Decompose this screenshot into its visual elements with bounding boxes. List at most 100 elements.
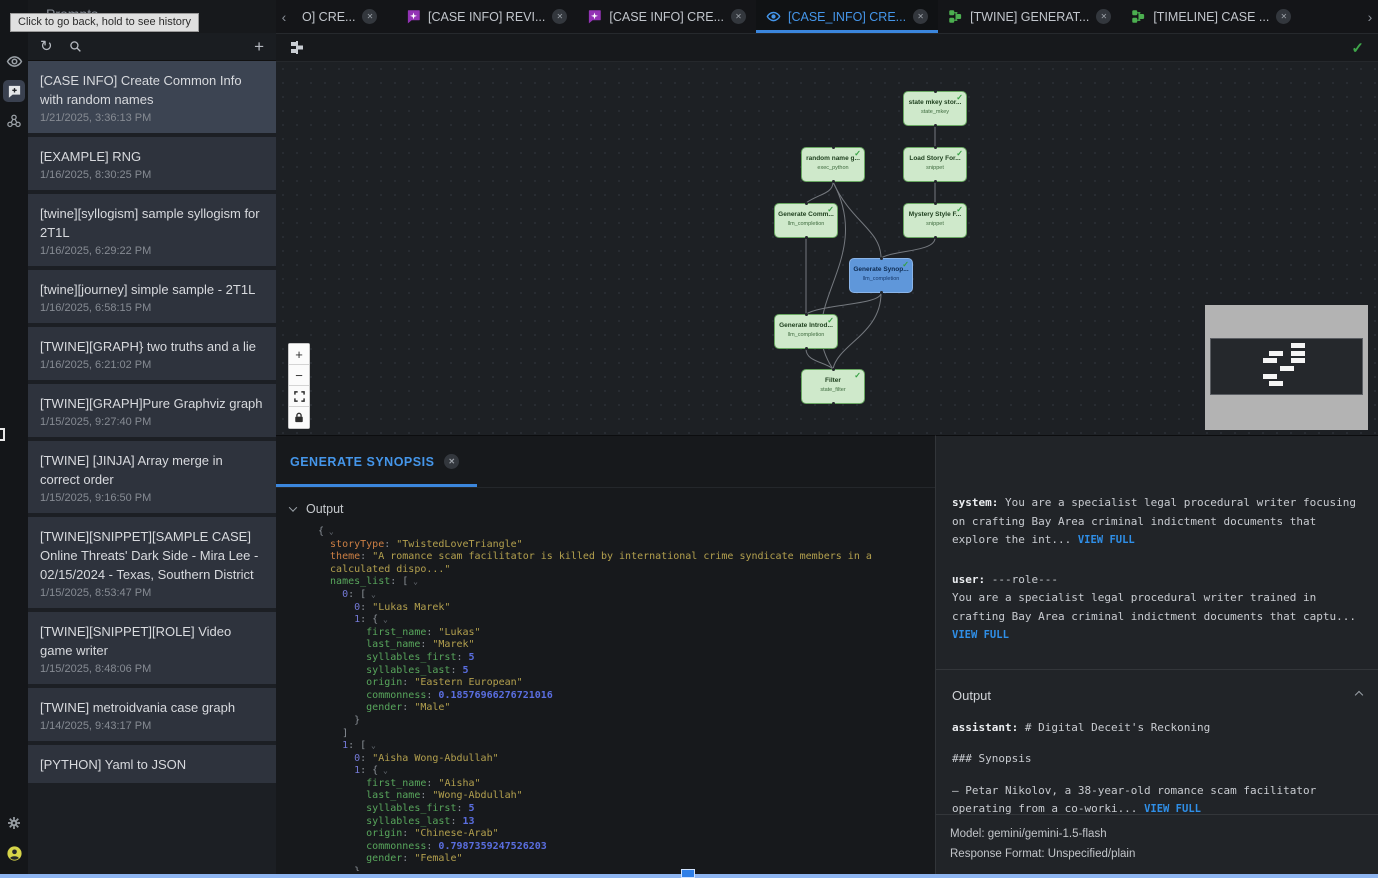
lock-button[interactable]	[289, 407, 309, 428]
list-item[interactable]: [TWINE][SNIPPET][ROLE] Video game writer…	[28, 612, 276, 684]
close-icon[interactable]: ✕	[1276, 9, 1291, 24]
check-icon: ✓	[902, 260, 909, 269]
right-output-label: Output	[952, 688, 991, 703]
list-item-timestamp: 1/21/2025, 3:36:13 PM	[40, 112, 264, 124]
tab[interactable]: [TIMELINE] CASE ... ✕	[1121, 0, 1301, 33]
minimap-node	[1291, 343, 1305, 348]
close-icon[interactable]: ✕	[1096, 9, 1111, 24]
user-icon[interactable]	[3, 842, 25, 864]
list-item-timestamp: 1/16/2025, 6:21:02 PM	[40, 359, 264, 371]
graph-node[interactable]: Generate Comm...llm_completion✓	[774, 203, 838, 238]
tab-scroll-right-icon[interactable]: ›	[1362, 0, 1378, 33]
tab[interactable]: [CASE INFO] CRE...✕	[577, 0, 756, 33]
list-item-title: [TWINE] [JINJA] Array merge in correct o…	[40, 451, 264, 489]
tab-label: O] CRE...	[302, 10, 355, 24]
tab-label: [CASE_INFO] CRE...	[788, 10, 906, 24]
gear-icon[interactable]	[3, 812, 25, 834]
right-output-header[interactable]: Output	[936, 670, 1378, 703]
minimap-node	[1291, 358, 1305, 363]
list-item-title: [TWINE] metroidvania case graph	[40, 698, 264, 717]
list-item-title: [TWINE][GRAPH]Pure Graphviz graph	[40, 394, 264, 413]
minimap-node	[1269, 381, 1283, 386]
canvas-controls: + −	[288, 343, 310, 429]
minimap[interactable]	[1205, 305, 1368, 430]
zoom-in-button[interactable]: +	[289, 344, 309, 365]
history-tooltip: Click to go back, hold to see history	[10, 13, 199, 32]
check-icon: ✓	[827, 205, 834, 214]
json-line: ]	[318, 728, 935, 741]
check-icon: ✓	[827, 316, 834, 325]
output-section-header[interactable]: Output	[276, 488, 935, 516]
graph-node[interactable]: Mystery Style F...snippet✓	[903, 203, 967, 238]
tab-label: [TIMELINE] CASE ...	[1153, 10, 1269, 24]
assistant-text: # Digital Deceit's Reckoning	[1025, 721, 1210, 734]
graph-valid-check-icon: ✓	[1351, 39, 1364, 57]
close-icon[interactable]: ✕	[362, 9, 377, 24]
list-item-timestamp: 1/15/2025, 8:48:06 PM	[40, 663, 264, 675]
chat-purple-icon	[587, 9, 602, 24]
fit-view-button[interactable]	[289, 386, 309, 407]
list-item[interactable]: [PYTHON] Yaml to JSON	[28, 745, 276, 783]
json-line: calculated dispo..."	[318, 564, 935, 577]
close-icon[interactable]: ✕	[731, 9, 746, 24]
json-line: { ⌄	[318, 526, 935, 539]
list-item[interactable]: [TWINE][GRAPH]Pure Graphviz graph1/15/20…	[28, 384, 276, 437]
list-item[interactable]: [EXAMPLE] RNG1/16/2025, 8:30:25 PM	[28, 137, 276, 190]
view-full-link[interactable]: VIEW FULL	[1078, 534, 1135, 546]
json-line: last_name: "Wong-Abdullah"	[318, 790, 935, 803]
list-item[interactable]: [CASE INFO] Create Common Info with rand…	[28, 61, 276, 133]
json-line: last_name: "Marek"	[318, 639, 935, 652]
check-icon: ✓	[956, 205, 963, 214]
node-subtitle: llm_completion	[850, 276, 912, 282]
resize-handle[interactable]	[0, 428, 5, 441]
list-item[interactable]: [TWINE][SNIPPET][SAMPLE CASE] Online Thr…	[28, 517, 276, 608]
json-tree: { ⌄storyType: "TwistedLoveTriangle"theme…	[276, 516, 935, 871]
node-subtitle: state_mkey	[904, 109, 966, 115]
close-icon[interactable]: ✕	[444, 454, 459, 469]
list-item[interactable]: [twine][syllogism] sample syllogism for …	[28, 194, 276, 266]
node-subtitle: snippet	[904, 165, 966, 171]
tab[interactable]: O] CRE... ✕	[292, 0, 396, 33]
graph-node[interactable]: Filterstate_filter✓	[801, 369, 865, 404]
auto-layout-icon[interactable]	[290, 40, 304, 55]
node-subtitle: llm_completion	[775, 221, 837, 227]
list-item[interactable]: [TWINE] metroidvania case graph 1/14/2025…	[28, 688, 276, 741]
node-output-panel: GENERATE SYNOPSIS ✕ Output { ⌄storyType:…	[276, 435, 935, 878]
scrollbar-handle[interactable]	[681, 869, 695, 878]
list-item-title: [TWINE][SNIPPET][SAMPLE CASE] Online Thr…	[40, 527, 264, 584]
json-line: syllables_first: 5	[318, 652, 935, 665]
graph-node[interactable]: Load Story For...snippet✓	[903, 147, 967, 182]
list-item[interactable]: [TWINE][GRAPH} two truths and a lie1/16/…	[28, 327, 276, 380]
tab-scroll-left-icon[interactable]: ‹	[276, 0, 292, 33]
graph-node[interactable]: state mkey stor...state_mkey✓	[903, 91, 967, 126]
webhook-icon[interactable]	[3, 110, 25, 132]
graph-node[interactable]: Generate Introd...llm_completion✓	[774, 314, 838, 349]
view-full-link[interactable]: VIEW FULL	[952, 629, 1009, 641]
tab-generate-synopsis-label: GENERATE SYNOPSIS	[290, 455, 434, 469]
add-prompt-icon[interactable]: +	[254, 38, 264, 55]
eye-blue-icon	[766, 9, 781, 24]
search-icon[interactable]	[69, 40, 82, 53]
tab-generate-synopsis[interactable]: GENERATE SYNOPSIS ✕	[276, 436, 477, 487]
close-icon[interactable]: ✕	[552, 9, 567, 24]
eye-icon[interactable]	[3, 50, 25, 72]
node-subtitle: exec_python	[802, 165, 864, 171]
refresh-icon[interactable]: ↻	[40, 39, 53, 54]
tab[interactable]: [CASE INFO] REVI...✕	[396, 0, 577, 33]
output-tab-row: GENERATE SYNOPSIS ✕	[276, 436, 935, 488]
list-item[interactable]: [twine][journey] simple sample - 2T1L1/1…	[28, 270, 276, 323]
list-item-title: [twine][syllogism] sample syllogism for …	[40, 204, 264, 242]
chat-plus-icon[interactable]	[3, 80, 25, 102]
graph-node[interactable]: Generate Synop...llm_completion✓	[849, 258, 913, 293]
zoom-out-button[interactable]: −	[289, 365, 309, 386]
graph-canvas[interactable]: + − state mkey stor...state_mkey✓random …	[276, 62, 1378, 435]
tab[interactable]: [CASE_INFO] CRE... ✕	[756, 0, 938, 33]
close-icon[interactable]: ✕	[913, 9, 928, 24]
graph-node[interactable]: random name g...exec_python✓	[801, 147, 865, 182]
list-item[interactable]: [TWINE] [JINJA] Array merge in correct o…	[28, 441, 276, 513]
json-line: first_name: "Aisha"	[318, 778, 935, 791]
tab[interactable]: [TWINE] GENERAT...✕	[938, 0, 1121, 33]
json-line: commonness: 0.18576966276721016	[318, 690, 935, 703]
minimap-node	[1263, 374, 1277, 379]
list-item-timestamp: 1/14/2025, 9:43:17 PM	[40, 720, 264, 732]
